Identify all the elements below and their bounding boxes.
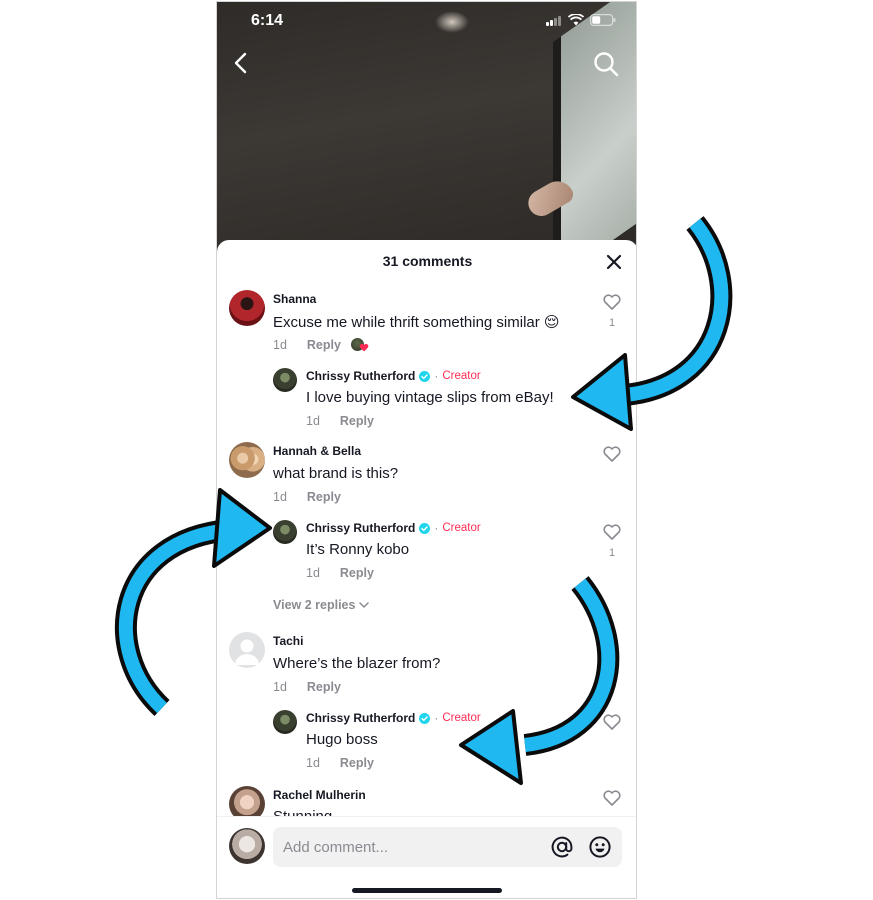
add-comment-input[interactable] [273, 827, 533, 867]
status-time: 6:14 [251, 12, 284, 29]
comment-text: I love buying vintage slips from eBay! [306, 389, 554, 406]
reply-button[interactable]: Reply [307, 680, 341, 694]
wifi-icon [568, 14, 584, 26]
avatar[interactable] [229, 290, 265, 326]
creator-badge: Creator [442, 522, 481, 534]
comment-text: what brand is this? [273, 465, 399, 482]
annotation-arrow-right-top [571, 216, 733, 431]
comment-text: It’s Ronny kobo [306, 541, 410, 558]
comment-text: Excuse me while thrift something similar… [273, 314, 560, 331]
search-icon[interactable] [592, 50, 620, 78]
like-button[interactable] [602, 446, 622, 467]
comment-meta: 1d Reply [306, 566, 374, 580]
annotation-arrow-left [114, 488, 272, 717]
comment-box [273, 827, 622, 867]
reply-button[interactable]: Reply [340, 566, 374, 580]
reply-button[interactable]: Reply [307, 338, 341, 352]
comment-text: Where’s the blazer from? [273, 655, 441, 672]
battery-icon [590, 14, 616, 26]
comment-composer [217, 816, 636, 898]
heart-icon [603, 446, 621, 462]
like-button[interactable]: 1 [602, 524, 622, 559]
comment-meta: 1d Reply [273, 490, 341, 504]
comment-time: 1d [306, 566, 320, 580]
comment-meta: 1d Reply [306, 414, 374, 428]
avatar[interactable] [229, 786, 265, 816]
comment-author[interactable]: Hannah & Bella [273, 444, 361, 458]
home-indicator [352, 888, 502, 893]
creator-badge: Creator [442, 370, 481, 382]
back-icon[interactable] [229, 50, 255, 76]
comment-text: Stunning [273, 808, 332, 816]
reply-button[interactable]: Reply [307, 490, 341, 504]
status-bar: 6:14 [217, 2, 636, 42]
comment-author[interactable]: Chrissy Rutherford · Creator [306, 521, 481, 535]
verified-icon [419, 712, 431, 724]
annotation-arrow-right-bottom [459, 576, 620, 785]
comment-time: 1d [273, 338, 287, 352]
comment-text: Hugo boss [306, 731, 378, 748]
comment-author[interactable]: Shanna [273, 292, 316, 306]
reply-button[interactable]: Reply [340, 756, 374, 770]
chevron-down-icon [359, 601, 370, 608]
comment-meta: 1d Reply [273, 338, 341, 352]
heart-icon [603, 524, 621, 540]
comment-time: 1d [306, 414, 320, 428]
reply-button[interactable]: Reply [340, 414, 374, 428]
at-sign-icon[interactable] [550, 835, 574, 859]
status-icons [546, 14, 616, 26]
verified-icon [419, 522, 431, 534]
comment-author[interactable]: Chrissy Rutherford · Creator [306, 369, 481, 383]
my-avatar [229, 828, 265, 864]
comment-meta: 1d Reply [306, 756, 374, 770]
comment-item: Hannah & Bella what brand is this? 1d Rep… [217, 434, 636, 510]
avatar[interactable] [273, 368, 297, 392]
like-count: 1 [608, 547, 616, 559]
verified-icon [419, 370, 431, 382]
avatar[interactable] [229, 442, 265, 478]
comment-meta: 1d Reply [273, 680, 341, 694]
comment-author[interactable]: Rachel Mulherin [273, 788, 366, 802]
view-replies-button[interactable]: View 2 replies [273, 598, 370, 612]
emoji-icon[interactable] [588, 835, 612, 859]
stage: 6:14 31 comments Shanna Excuse me while … [0, 0, 873, 900]
signal-icon [546, 15, 562, 26]
comment-time: 1d [306, 756, 320, 770]
creator-liked-icon [351, 337, 369, 353]
